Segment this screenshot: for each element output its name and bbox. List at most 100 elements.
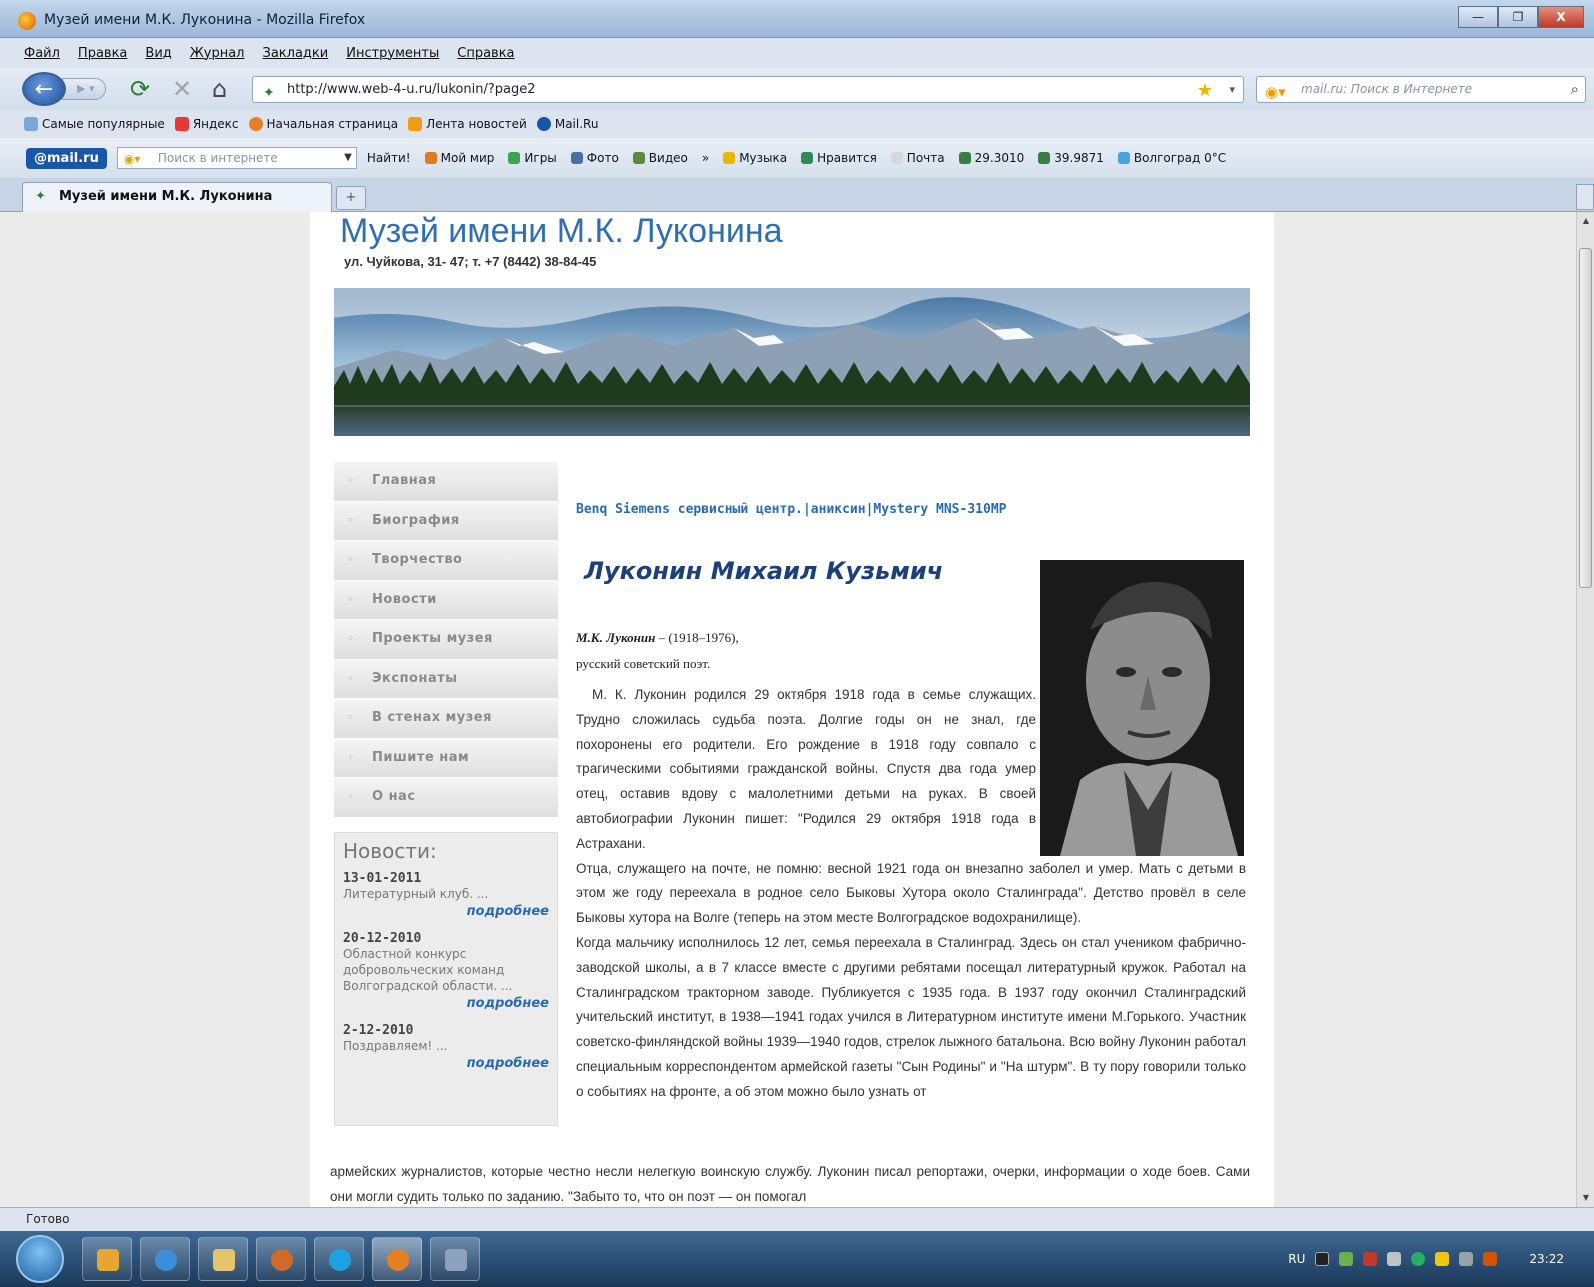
language-indicator[interactable]: RU: [1288, 1252, 1305, 1266]
taskbar-app-paint[interactable]: [430, 1237, 480, 1281]
bookmark-star-icon[interactable]: ★: [1197, 78, 1213, 103]
stop-icon[interactable]: ✕: [172, 76, 192, 102]
toolbar-item-photo[interactable]: Фото: [570, 151, 619, 165]
menu-tools[interactable]: Инструменты: [346, 46, 439, 61]
toolbar-item-weather[interactable]: Волгоград 0°C: [1117, 151, 1226, 165]
search-icon[interactable]: ⌕: [1571, 77, 1579, 102]
menu-edit[interactable]: Правка: [78, 46, 127, 61]
toolbar-item-label: 29.3010: [974, 151, 1025, 165]
at-icon: [536, 117, 551, 131]
search-input[interactable]: ◉▾ mail.ru: Поиск в Интернете ⌕: [1256, 76, 1586, 103]
scroll-thumb[interactable]: [1579, 248, 1592, 588]
menu-view[interactable]: Вид: [145, 46, 171, 61]
taskbar-app-skype[interactable]: [314, 1237, 364, 1281]
status-icon[interactable]: [1411, 1252, 1426, 1266]
antivirus-icon[interactable]: [1363, 1252, 1378, 1266]
toolbar-item-video[interactable]: Видео: [632, 151, 688, 165]
toolbar-overflow-button[interactable]: »: [702, 151, 709, 165]
toolbar-item-usd-rate[interactable]: 29.3010: [958, 151, 1025, 165]
sidebar-item-home[interactable]: ◦ Главная: [334, 462, 558, 502]
find-button[interactable]: Найти!: [367, 151, 411, 165]
update-icon[interactable]: [1435, 1252, 1450, 1266]
scroll-up-icon[interactable]: ▲: [1577, 212, 1594, 230]
toolbar-item-games[interactable]: Игры: [508, 151, 557, 165]
tab-museum[interactable]: ✦ Музей имени М.К. Луконина: [22, 182, 332, 212]
page-container: Музей имени М.К. Луконина ул. Чуйкова, 3…: [310, 212, 1274, 1207]
scroll-down-icon[interactable]: ▼: [1577, 1189, 1594, 1207]
taskbar-app-player[interactable]: [256, 1237, 306, 1281]
menu-help[interactable]: Справка: [457, 46, 514, 61]
menu-file[interactable]: Файл: [24, 46, 60, 61]
dollar-icon: [958, 152, 971, 164]
news-more-link[interactable]: подробнее: [343, 1056, 549, 1071]
sidebar-item-biography[interactable]: ◦ Биография: [334, 501, 558, 541]
display-icon[interactable]: [1459, 1252, 1474, 1266]
sidebar-item-contact[interactable]: ◦ Пишите нам: [334, 738, 558, 778]
volume-icon[interactable]: [1387, 1252, 1402, 1266]
vertical-scrollbar[interactable]: ▲ ▼: [1576, 212, 1594, 1207]
home-icon[interactable]: ⌂: [212, 76, 227, 102]
bookmark-yandex[interactable]: Яндекс: [174, 117, 239, 131]
bookmark-label: Самые популярные: [42, 117, 165, 131]
toolbar-item-music[interactable]: Музыка: [723, 151, 787, 165]
status-bar: Готово: [0, 1207, 1594, 1231]
sidebar-item-in-museum[interactable]: ◦ В стенах музея: [334, 699, 558, 739]
sidebar-item-about[interactable]: ◦ О нас: [334, 778, 558, 818]
window-title: Музей имени М.К. Луконина - Mozilla Fire…: [44, 12, 366, 28]
taskbar-app-firefox[interactable]: [372, 1237, 422, 1281]
toolbar-item-label: Фото: [586, 151, 619, 165]
taskbar-app-ie[interactable]: [140, 1237, 190, 1281]
bookmark-most-visited[interactable]: Самые популярные: [24, 117, 165, 131]
clock[interactable]: 23:22: [1529, 1252, 1564, 1266]
taskbar-app-media[interactable]: [82, 1237, 132, 1281]
back-button[interactable]: ←: [22, 72, 66, 106]
menu-bookmarks[interactable]: Закладки: [263, 46, 329, 61]
tab-list-button[interactable]: [1576, 184, 1594, 210]
news-panel: Новости: 13-01-2011 Литературный клуб. .…: [334, 832, 558, 1126]
sidebar-item-news[interactable]: ◦ Новости: [334, 580, 558, 620]
toolbar-item-eur-rate[interactable]: 39.9871: [1038, 151, 1104, 165]
news-more-link[interactable]: подробнее: [343, 904, 549, 919]
forward-button[interactable]: ▶ ▾: [62, 78, 106, 100]
address-bar[interactable]: ✦ http://www.web-4-u.ru/lukonin/?page2 ★…: [252, 76, 1244, 103]
bullet-icon: ◦: [348, 752, 355, 763]
bullet-icon: ◦: [348, 515, 355, 526]
maximize-button[interactable]: ❐: [1498, 6, 1538, 28]
site-favicon-icon: ✦: [263, 85, 275, 101]
sidebar-item-works[interactable]: ◦ Творчество: [334, 541, 558, 581]
search-engine-icon[interactable]: ◉▾: [124, 149, 141, 169]
toolbar-item-mail[interactable]: Почта: [890, 151, 945, 165]
new-tab-button[interactable]: +: [336, 186, 366, 210]
mailru-search-input[interactable]: ◉▾ Поиск в интернете ▼: [116, 147, 357, 169]
tray-app-icon[interactable]: [1315, 1252, 1330, 1266]
tab-favicon-icon: ✦: [35, 189, 46, 204]
menu-history[interactable]: Журнал: [190, 46, 245, 61]
search-engine-icon[interactable]: ◉▾: [1265, 80, 1286, 105]
news-text: Областной конкурс добровольческих команд…: [343, 947, 513, 993]
taskbar-app-explorer[interactable]: [198, 1237, 248, 1281]
page-viewport: Музей имени М.К. Луконина ул. Чуйкова, 3…: [0, 212, 1576, 1207]
chevron-down-icon[interactable]: ▼: [344, 148, 352, 168]
minimize-button[interactable]: —: [1458, 6, 1498, 28]
bookmark-mailru[interactable]: Mail.Ru: [536, 117, 598, 131]
url-dropdown-icon[interactable]: ▾: [1229, 77, 1235, 102]
mailru-logo[interactable]: @mail.ru: [26, 147, 107, 169]
portrait-photo: [1040, 560, 1244, 856]
bookmark-start-page[interactable]: Начальная страница: [248, 117, 398, 131]
flag-icon[interactable]: [1483, 1252, 1498, 1266]
weather-icon: [1117, 152, 1130, 164]
toolbar-item-likes[interactable]: Нравится: [801, 151, 877, 165]
ad-links[interactable]: Benq Siemens сервисный центр.|аниксин|My…: [576, 502, 1246, 517]
network-icon[interactable]: [1339, 1252, 1354, 1266]
header-banner-image: [334, 288, 1250, 436]
close-button[interactable]: X: [1538, 6, 1584, 28]
news-more-link[interactable]: подробнее: [343, 996, 549, 1011]
video-icon: [632, 152, 645, 164]
start-button[interactable]: [16, 1235, 64, 1283]
toolbar-item-my-world[interactable]: Мой мир: [424, 151, 494, 165]
sidebar-item-projects[interactable]: ◦ Проекты музея: [334, 620, 558, 660]
sidebar-item-label: В стенах музея: [372, 710, 492, 725]
reload-icon[interactable]: ⟳: [130, 76, 150, 102]
bookmark-news-feed[interactable]: Лента новостей: [408, 117, 527, 131]
sidebar-item-exhibits[interactable]: ◦ Экспонаты: [334, 659, 558, 699]
